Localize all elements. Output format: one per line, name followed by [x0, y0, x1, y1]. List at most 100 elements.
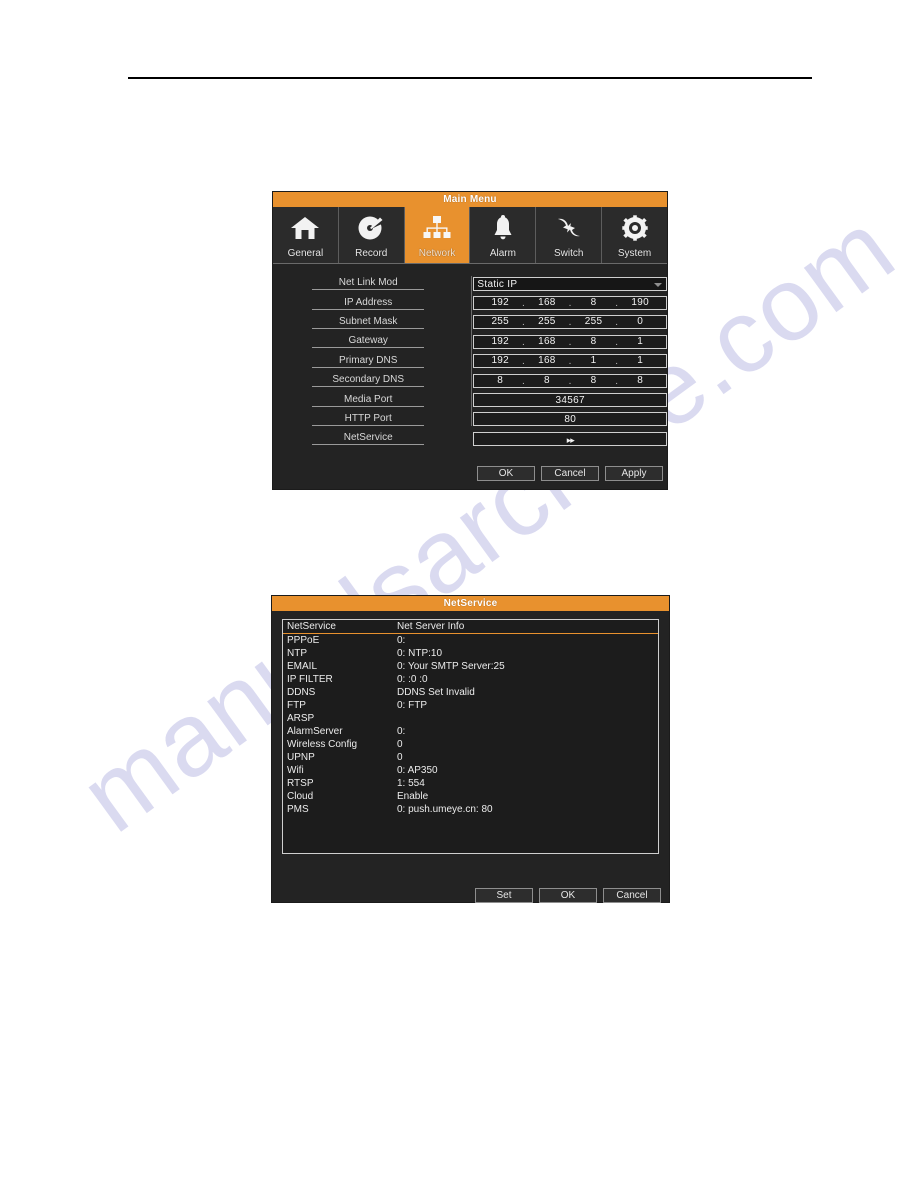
form-row-secondary-dns: Secondary DNS 8 . 8 . 8 . 8: [273, 371, 667, 390]
netservice-field: ▸▸: [473, 431, 667, 446]
list-item[interactable]: Cloud Enable: [283, 790, 658, 803]
ip-address-input[interactable]: 192 . 168 . 8 . 190: [473, 296, 667, 311]
network-tree-icon: [405, 207, 470, 248]
netservice-label: NetService: [273, 432, 455, 446]
subnet-mask-octet-3: 255: [584, 316, 603, 328]
tab-general-label: General: [287, 248, 324, 259]
bell-icon: [470, 207, 535, 248]
list-item[interactable]: UPNP 0: [283, 751, 658, 764]
netservice-row-info: DDNS Set Invalid: [397, 687, 475, 698]
page-header-rule: [128, 77, 812, 79]
ip-dot: .: [522, 298, 526, 310]
netservice-list: NetService Net Server Info PPPoE 0: NTP …: [282, 619, 659, 854]
ip-dot: .: [615, 298, 619, 310]
primary-dns-label: Primary DNS: [273, 355, 455, 368]
netservice-row-info: 0: FTP: [397, 700, 428, 711]
subnet-mask-octet-4: 0: [637, 316, 644, 328]
http-port-field: 80: [473, 412, 667, 427]
netservice-list-header: NetService Net Server Info: [283, 620, 658, 634]
netservice-open-button[interactable]: ▸▸: [473, 431, 667, 446]
subnet-mask-input[interactable]: 255 . 255 . 255 . 0: [473, 315, 667, 330]
ip-address-octet-1: 192: [491, 297, 510, 309]
list-item[interactable]: DDNS DDNS Set Invalid: [283, 686, 658, 699]
tab-switch[interactable]: Switch: [536, 207, 603, 263]
netservice-body: NetService Net Server Info PPPoE 0: NTP …: [272, 611, 669, 903]
ip-dot: .: [522, 356, 526, 368]
list-item[interactable]: IP FILTER 0: :0 :0: [283, 673, 658, 686]
list-item[interactable]: PMS 0: push.umeye.cn: 80: [283, 803, 658, 816]
netservice-row-name: ARSP: [287, 713, 315, 724]
ip-address-field: 192 . 168 . 8 . 190: [473, 296, 667, 311]
list-item[interactable]: ARSP: [283, 712, 658, 725]
ip-dot: .: [615, 336, 619, 348]
ip-dot: .: [522, 317, 526, 329]
main-menu-cancel-button[interactable]: Cancel: [541, 466, 599, 481]
main-menu-tabbar: General Record Network Alarm Switch Syst…: [273, 207, 667, 264]
gateway-label: Gateway: [273, 335, 455, 349]
netservice-col-info-header: Net Server Info: [397, 621, 465, 632]
netservice-row-info: 0: :0 :0: [397, 674, 428, 685]
form-row-primary-dns: Primary DNS 192 . 168 . 1 . 1: [273, 352, 667, 371]
list-item[interactable]: FTP 0: FTP: [283, 699, 658, 712]
gateway-input[interactable]: 192 . 168 . 8 . 1: [473, 334, 667, 349]
primary-dns-octet-3: 1: [590, 355, 597, 367]
primary-dns-octet-4: 1: [637, 355, 644, 367]
ip-dot: .: [568, 298, 572, 310]
list-item[interactable]: EMAIL 0: Your SMTP Server:25: [283, 660, 658, 673]
primary-dns-input[interactable]: 192 . 168 . 1 . 1: [473, 354, 667, 369]
list-item[interactable]: Wifi 0: AP350: [283, 764, 658, 777]
subnet-mask-label-text: Subnet Mask: [312, 316, 425, 329]
netservice-row-name: PPPoE: [287, 635, 320, 646]
ip-dot: .: [615, 356, 619, 368]
list-item[interactable]: NTP 0: NTP:10: [283, 647, 658, 660]
subnet-mask-octet-1: 255: [491, 316, 510, 328]
netservice-row-info: 0: Your SMTP Server:25: [397, 661, 505, 672]
tab-alarm-label: Alarm: [489, 248, 516, 259]
main-menu-titlebar: Main Menu: [273, 192, 667, 207]
secondary-dns-octet-2: 8: [543, 374, 550, 386]
netservice-row-name: DDNS: [287, 687, 316, 698]
netservice-row-info: Enable: [397, 791, 429, 802]
media-port-label: Media Port: [273, 394, 455, 407]
ip-dot: .: [522, 336, 526, 348]
netservice-row-info: 0:: [397, 726, 406, 737]
main-menu-apply-button[interactable]: Apply: [605, 466, 663, 481]
disc-icon: [339, 207, 404, 248]
chevron-down-icon: [654, 282, 662, 287]
subnet-mask-label: Subnet Mask: [273, 316, 455, 329]
tab-general[interactable]: General: [273, 207, 339, 263]
http-port-label-text: HTTP Port: [312, 413, 425, 426]
list-item[interactable]: PPPoE 0:: [283, 634, 658, 647]
list-item[interactable]: RTSP 1: 554: [283, 777, 658, 790]
gateway-field: 192 . 168 . 8 . 1: [473, 334, 667, 349]
tab-record[interactable]: Record: [338, 207, 405, 263]
net-link-mod-value: Static IP: [477, 278, 518, 290]
http-port-input[interactable]: 80: [473, 412, 667, 427]
netservice-ok-button[interactable]: OK: [539, 888, 597, 903]
ip-address-octet-4: 190: [631, 297, 649, 309]
netservice-row-name: IP FILTER: [287, 674, 333, 685]
list-item[interactable]: AlarmServer 0:: [283, 725, 658, 738]
tab-record-label: Record: [355, 248, 388, 259]
netservice-row-info: 0: [397, 739, 403, 750]
secondary-dns-label-text: Secondary DNS: [312, 374, 425, 388]
ip-address-octet-2: 168: [538, 297, 556, 309]
netservice-row-info: 0: push.umeye.cn: 80: [397, 804, 493, 815]
netservice-row-name: Wireless Config: [287, 739, 358, 750]
netservice-set-button[interactable]: Set: [475, 888, 533, 903]
list-item[interactable]: Wireless Config 0: [283, 738, 658, 751]
media-port-input[interactable]: 34567: [473, 393, 667, 408]
secondary-dns-input[interactable]: 8 . 8 . 8 . 8: [473, 373, 667, 388]
tab-system[interactable]: System: [602, 207, 667, 263]
form-row-http-port: HTTP Port 80: [273, 410, 667, 429]
primary-dns-octet-1: 192: [491, 355, 510, 367]
main-menu-ok-button[interactable]: OK: [477, 466, 535, 481]
tab-network[interactable]: Network: [404, 207, 471, 263]
gear-icon: [602, 207, 667, 248]
ip-dot: .: [568, 375, 572, 387]
network-settings-form: Net Link Mod Static IP IP Address 192 . …: [273, 264, 667, 491]
main-menu-dialog: Main Menu General Record Network Alarm S…: [272, 191, 668, 490]
netservice-cancel-button[interactable]: Cancel: [603, 888, 661, 903]
tab-alarm[interactable]: Alarm: [470, 207, 537, 263]
net-link-mod-select[interactable]: Static IP: [473, 276, 667, 291]
